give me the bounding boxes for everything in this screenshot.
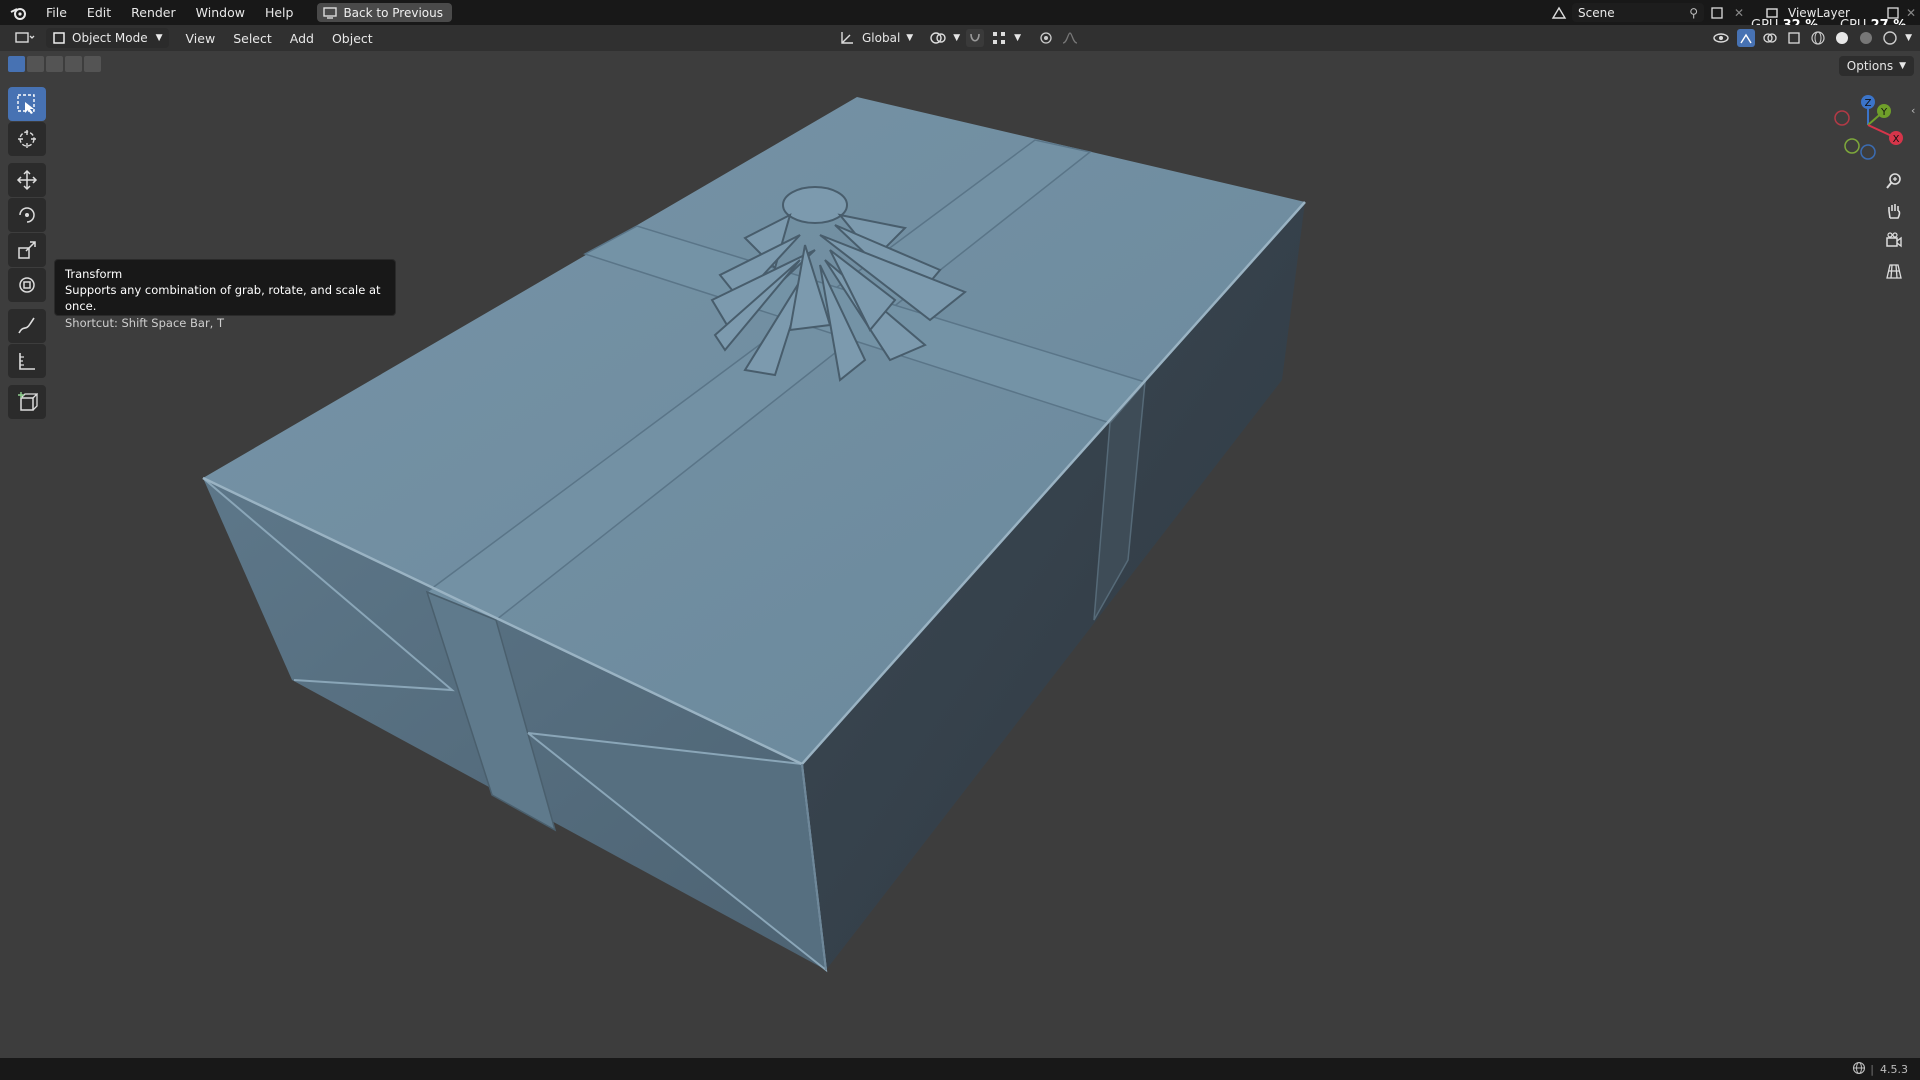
menu-window[interactable]: Window <box>186 0 255 25</box>
scale-tool[interactable] <box>8 233 46 267</box>
gizmo-x-label: X <box>1893 134 1900 145</box>
menu-file[interactable]: File <box>36 0 77 25</box>
gizmo-y-label: Y <box>1880 107 1888 118</box>
menu-help[interactable]: Help <box>255 0 304 25</box>
add-cube-icon <box>18 392 38 411</box>
scene-icon[interactable] <box>1550 4 1568 22</box>
menu-edit[interactable]: Edit <box>77 0 121 25</box>
pan-hand-icon[interactable] <box>1883 200 1905 222</box>
viewport-scene[interactable] <box>0 0 1920 1058</box>
back-to-previous-button[interactable]: Back to Previous <box>317 3 452 22</box>
visibility-icon[interactable] <box>1713 29 1731 47</box>
header-menu-select[interactable]: Select <box>224 31 281 46</box>
camera-view-icon[interactable] <box>1883 230 1905 252</box>
blender-logo-icon[interactable] <box>0 0 36 25</box>
header-menu-object[interactable]: Object <box>323 31 382 46</box>
tooltip-title: Transform <box>65 267 123 281</box>
gizmo-z-label: Z <box>1865 98 1872 109</box>
tooltip-description: Supports any combination of grab, rotate… <box>65 283 381 313</box>
perspective-grid-icon[interactable] <box>1883 260 1905 282</box>
select-mode-extend-icon[interactable] <box>27 56 44 72</box>
select-box-icon <box>17 94 35 114</box>
tooltip-shortcut: Shortcut: Shift Space Bar, T <box>65 316 225 330</box>
shading-chevron-icon[interactable]: ▼ <box>1905 33 1912 43</box>
sidebar-toggle-icon[interactable]: ‹ <box>1911 104 1915 117</box>
select-mode-new-icon[interactable] <box>8 56 25 72</box>
xray-icon[interactable] <box>1785 29 1803 47</box>
options-dropdown[interactable]: Options ▼ <box>1838 56 1914 76</box>
cursor-icon <box>18 130 36 148</box>
selection-modes <box>8 56 101 72</box>
select-mode-subtract-icon[interactable] <box>46 56 63 72</box>
overlays-icon[interactable] <box>1761 29 1779 47</box>
annotate-tool[interactable] <box>8 309 46 343</box>
cursor-tool[interactable] <box>8 122 46 156</box>
select-mode-intersect-icon[interactable] <box>84 56 101 72</box>
gizmo-neg-y[interactable] <box>1844 138 1860 154</box>
snap-target-icon[interactable] <box>990 29 1008 47</box>
annotate-icon <box>18 317 35 334</box>
shading-rendered-icon[interactable] <box>1881 29 1899 47</box>
gift-box[interactable] <box>202 97 1306 973</box>
proportional-editing-icon[interactable] <box>1037 29 1055 47</box>
back-to-previous-label: Back to Previous <box>343 5 443 20</box>
editor-type-icon[interactable] <box>10 29 40 47</box>
gizmo-toggle-icon[interactable] <box>1737 29 1756 47</box>
viewport-nav-buttons <box>1883 170 1905 282</box>
tool-shelf <box>8 87 46 420</box>
select-mode-invert-icon[interactable] <box>65 56 82 72</box>
pivot-point-icon[interactable] <box>929 29 947 47</box>
new-scene-icon[interactable] <box>1708 4 1726 22</box>
pivot-chevron-icon[interactable]: ▼ <box>953 33 960 43</box>
header-menu-add[interactable]: Add <box>281 31 323 46</box>
pin-icon[interactable]: ⚲ <box>1689 6 1698 20</box>
header-menu-view[interactable]: View <box>177 31 225 46</box>
rotate-icon <box>19 207 35 223</box>
gizmo-neg-z[interactable] <box>1860 144 1876 160</box>
falloff-icon[interactable] <box>1061 29 1079 47</box>
scene-field[interactable]: Scene ⚲ <box>1572 3 1704 22</box>
options-label: Options <box>1846 59 1894 73</box>
transform-tooltip: Transform Supports any combination of gr… <box>54 259 396 330</box>
object-mode-label: Object Mode <box>72 31 148 45</box>
status-bar: | 4.5.3 <box>0 1058 1920 1080</box>
viewport-display-tools: ▼ <box>1713 25 1912 51</box>
select-box-tool[interactable] <box>8 87 46 121</box>
shading-material-icon[interactable] <box>1857 29 1875 47</box>
menu-render[interactable]: Render <box>121 0 186 25</box>
version-label: 4.5.3 <box>1880 1062 1908 1076</box>
snap-toggle-icon[interactable] <box>966 29 985 47</box>
navigation-gizmo[interactable]: Z Y X <box>1818 90 1918 170</box>
transform-icon <box>19 277 35 293</box>
scale-icon <box>18 241 36 259</box>
transform-tool[interactable] <box>8 268 46 302</box>
scene-name: Scene <box>1578 5 1615 20</box>
chevron-down-icon: ▼ <box>155 33 163 43</box>
zoom-icon[interactable] <box>1883 170 1905 192</box>
rotate-tool[interactable] <box>8 198 46 232</box>
measure-tool[interactable] <box>8 344 46 378</box>
transform-tools: Global ▼ ▼ ▼ <box>838 25 1079 51</box>
orientation-chevron-icon[interactable]: ▼ <box>906 33 913 43</box>
screen-icon <box>323 6 338 19</box>
status-separator: | <box>1870 1062 1874 1076</box>
object-mode-dropdown[interactable]: Object Mode ▼ <box>46 28 169 48</box>
add-cube-tool[interactable] <box>8 385 46 419</box>
close-scene-icon[interactable]: ✕ <box>1730 4 1748 22</box>
options-chevron-icon: ▼ <box>1899 61 1906 71</box>
measure-icon <box>19 353 35 370</box>
object-mode-icon <box>53 32 65 44</box>
shading-wireframe-icon[interactable] <box>1809 29 1827 47</box>
transform-orientation-icon[interactable] <box>838 29 856 47</box>
network-icon <box>1852 1061 1866 1078</box>
gizmo-neg-x[interactable] <box>1834 110 1850 126</box>
transform-orientation-label[interactable]: Global <box>862 31 900 45</box>
move-icon <box>16 169 38 191</box>
snap-chevron-icon[interactable]: ▼ <box>1014 33 1021 43</box>
shading-solid-icon[interactable] <box>1833 29 1851 47</box>
fold-line-2 <box>527 732 828 973</box>
move-tool[interactable] <box>8 163 46 197</box>
top-bar: File Edit Render Window Help Back to Pre… <box>0 0 1920 25</box>
